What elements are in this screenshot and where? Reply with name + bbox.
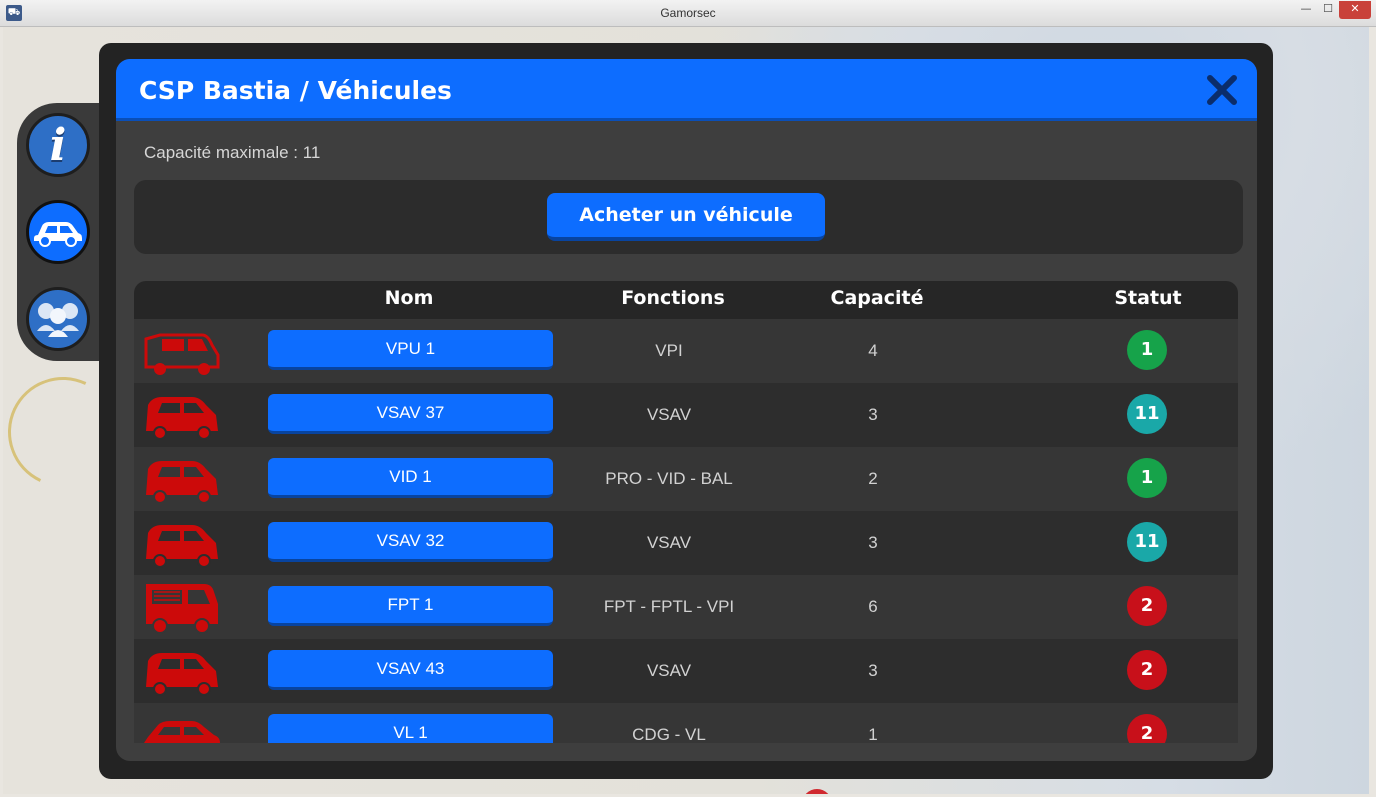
window-title: Gamorsec: [660, 6, 716, 20]
ambulance-icon: [146, 525, 218, 568]
max-capacity-label: Capacité maximale : 11: [144, 143, 321, 162]
fire-truck-icon: [146, 584, 218, 634]
vehicle-name-button[interactable]: VID 1: [268, 458, 553, 498]
vehicle-capacity: 4: [868, 341, 878, 360]
table-row: VID 1 PRO - VID - BAL 2 1: [134, 447, 1238, 511]
vehicle-name-button[interactable]: VSAV 37: [268, 394, 553, 434]
window-close-button[interactable]: ✕: [1339, 1, 1371, 19]
header-nom: Nom: [384, 287, 434, 309]
table-row: VSAV 37 VSAV 3 11: [134, 383, 1238, 447]
vehicle-functions: FPT - FPTL - VPI: [603, 597, 735, 616]
vehicles-table[interactable]: Nom Fonctions Capacité Statut VPU 1 VPI …: [134, 281, 1238, 743]
van-icon: [144, 333, 220, 375]
side-nav: i: [17, 103, 107, 361]
car-icon: [34, 222, 82, 247]
status-badge: 2: [1127, 586, 1167, 626]
vehicle-name-button[interactable]: VPU 1: [268, 330, 553, 370]
vehicle-name-button[interactable]: VL 1: [268, 714, 553, 743]
table-row: VPU 1 VPI 4 1: [134, 319, 1238, 383]
status-badge: 2: [1127, 650, 1167, 690]
minimize-button[interactable]: —: [1295, 1, 1317, 19]
vehicle-capacity: 6: [868, 597, 878, 616]
dialog-header: CSP Bastia / Véhicules: [116, 59, 1257, 121]
ambulance-icon: [146, 653, 218, 696]
vehicle-capacity: 3: [868, 405, 878, 424]
nav-team-button[interactable]: [26, 287, 90, 351]
nav-vehicles-button[interactable]: [26, 200, 90, 264]
vehicle-functions: VSAV: [646, 405, 692, 424]
header-capacite: Capacité: [830, 287, 924, 309]
table-header: Nom Fonctions Capacité Statut: [134, 281, 1238, 319]
window-titlebar: ⛟ Gamorsec — ☐ ✕: [0, 0, 1376, 27]
info-icon: i: [49, 119, 67, 171]
status-badge: 1: [1127, 458, 1167, 498]
vehicle-functions: VSAV: [646, 661, 692, 680]
vehicle-name-button[interactable]: VSAV 43: [268, 650, 553, 690]
close-icon: [1207, 75, 1237, 105]
dialog-close-button[interactable]: [1205, 73, 1239, 107]
table-row: VL 1 CDG - VL 1 2: [134, 703, 1238, 743]
vehicle-capacity: 3: [868, 661, 878, 680]
vehicle-functions: CDG - VL: [632, 725, 706, 743]
dialog-title: CSP Bastia / Véhicules: [139, 76, 452, 105]
vehicle-functions: PRO - VID - BAL: [605, 469, 733, 488]
car-icon: [144, 721, 220, 743]
vehicle-name-button[interactable]: VSAV 32: [268, 522, 553, 562]
vehicle-functions: VPI: [655, 341, 683, 360]
team-icon: [37, 303, 79, 337]
buy-vehicle-button[interactable]: Acheter un véhicule: [547, 193, 825, 241]
maximize-button[interactable]: ☐: [1317, 1, 1339, 19]
header-statut: Statut: [1114, 287, 1182, 309]
status-badge: 11: [1127, 394, 1167, 434]
vehicle-capacity: 1: [868, 725, 878, 743]
header-fonctions: Fonctions: [621, 287, 725, 309]
vehicle-functions: VSAV: [646, 533, 692, 552]
vehicle-name-button[interactable]: FPT 1: [268, 586, 553, 626]
status-badge: 2: [1127, 714, 1167, 743]
ambulance-icon: [146, 397, 218, 440]
vehicle-capacity: 2: [868, 469, 878, 488]
ambulance-icon: [146, 461, 218, 504]
status-badge: 1: [1127, 330, 1167, 370]
status-badge: 11: [1127, 522, 1167, 562]
table-row: FPT 1 FPT - FPTL - VPI 6 2: [134, 575, 1238, 639]
nav-info-button[interactable]: i: [26, 113, 90, 177]
buy-panel: Acheter un véhicule: [134, 180, 1243, 254]
table-row: VSAV 32 VSAV 3 11: [134, 511, 1238, 575]
map-pin-icon[interactable]: [795, 782, 839, 794]
vehicle-capacity: 3: [868, 533, 878, 552]
table-row: VSAV 43 VSAV 3 2: [134, 639, 1238, 703]
vehicles-dialog: CSP Bastia / Véhicules Capacité maximale…: [116, 59, 1257, 761]
